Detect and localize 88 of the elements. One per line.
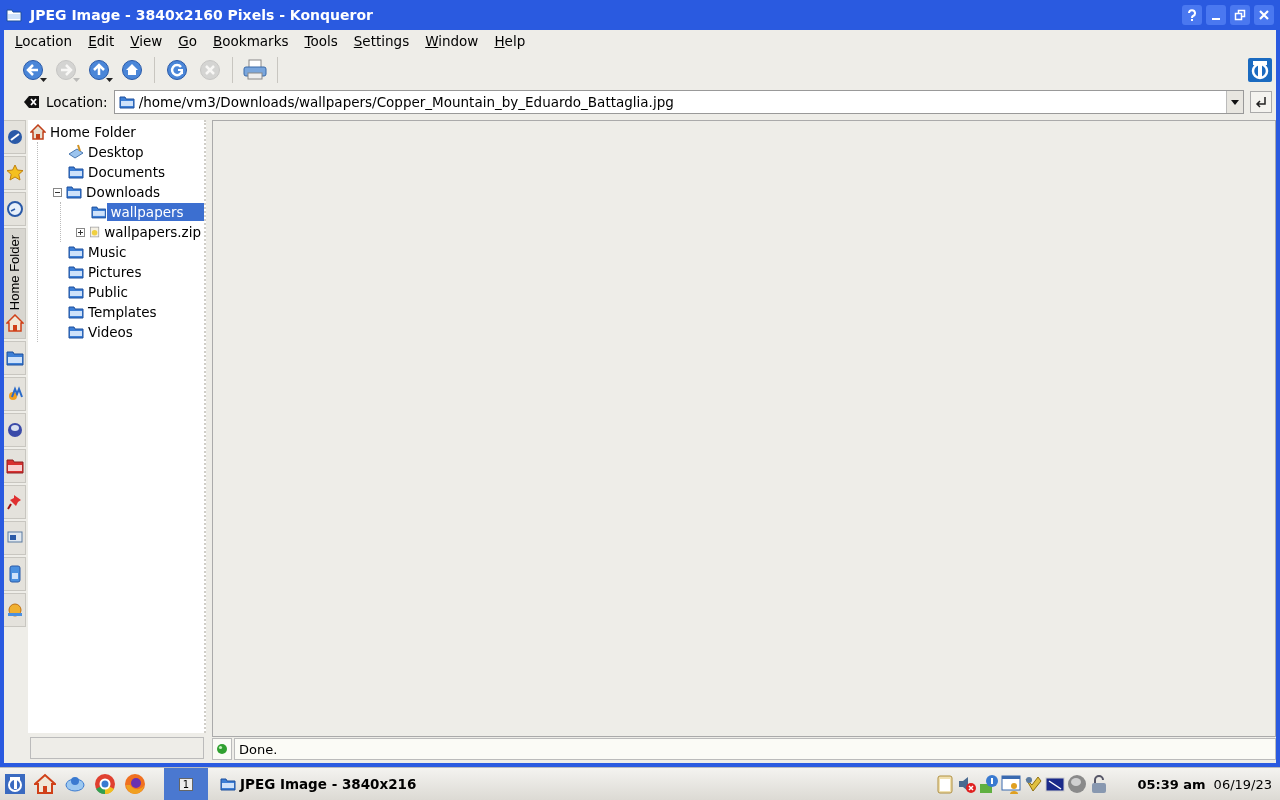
window-icon xyxy=(6,8,22,22)
folder-icon xyxy=(90,205,107,219)
sidebar-tab[interactable] xyxy=(4,521,26,556)
restore-icon xyxy=(1234,9,1246,21)
folder-icon xyxy=(68,265,84,279)
display-icon[interactable] xyxy=(1045,774,1066,794)
tree-item[interactable]: Desktop xyxy=(85,143,147,161)
clock-icon xyxy=(5,200,24,218)
printer-icon xyxy=(243,59,267,81)
folder-icon xyxy=(5,457,24,476)
folder-icon xyxy=(68,285,84,299)
desktop-icon xyxy=(68,144,84,160)
menu-item[interactable]: Help xyxy=(486,31,534,51)
caret-icon xyxy=(1231,99,1239,105)
sidebar-tab[interactable] xyxy=(4,413,26,448)
tree-item[interactable]: Templates xyxy=(85,303,160,321)
star-icon xyxy=(5,164,24,182)
status-light-icon xyxy=(216,743,228,755)
house-icon xyxy=(5,314,24,333)
menu-item[interactable]: Edit xyxy=(80,31,123,51)
stop-icon xyxy=(199,59,221,81)
window-icon xyxy=(220,777,236,791)
menu-item[interactable]: Go xyxy=(170,31,206,51)
location-field[interactable]: /home/vm3/Downloads/wallpapers/Copper_Mountain_by_Eduardo_Battaglia.jpg xyxy=(138,94,1222,110)
sidebar-tab[interactable] xyxy=(4,377,26,412)
menu-item[interactable]: Location xyxy=(7,31,81,51)
close-icon xyxy=(1258,9,1270,21)
menu-item[interactable]: Settings xyxy=(345,31,418,51)
window-title: JPEG Image - 3840x2160 Pixels - Konqueror xyxy=(30,7,374,23)
sidebar-tab[interactable] xyxy=(4,341,26,376)
sidebar-tab[interactable] xyxy=(4,485,26,520)
folder-icon xyxy=(68,245,84,259)
update-icon[interactable] xyxy=(979,774,1000,794)
menu-item[interactable]: Tools xyxy=(296,31,346,51)
tree-item[interactable]: Documents xyxy=(85,163,168,181)
sidebar-tab[interactable] xyxy=(4,120,26,154)
reload-icon xyxy=(166,59,188,81)
location-label: Location: xyxy=(46,94,108,110)
menu-item[interactable]: Bookmarks xyxy=(205,31,297,51)
minimize-icon xyxy=(1212,18,1220,20)
plus-icon xyxy=(77,228,84,236)
folder-icon xyxy=(118,95,135,109)
help-button[interactable] xyxy=(1182,5,1202,25)
tree-item[interactable]: wallpapers.zip xyxy=(101,223,204,241)
house-icon xyxy=(30,124,46,140)
tree-item[interactable]: Music xyxy=(85,243,130,261)
location-combo[interactable]: /home/vm3/Downloads/wallpapers/Copper_Mountain_by_Eduardo_Battaglia.jpg xyxy=(113,90,1244,114)
tree-item[interactable]: Pictures xyxy=(85,263,145,281)
sidebar-tab[interactable]: Home Folder xyxy=(4,228,26,340)
tree-item[interactable]: Downloads xyxy=(83,183,164,201)
sidebar-tab[interactable] xyxy=(4,593,26,628)
speaker-muted-icon[interactable] xyxy=(957,774,978,794)
taskbar-task[interactable]: JPEG Image - 3840x216 xyxy=(216,774,421,794)
go-button[interactable] xyxy=(1250,91,1272,113)
close-button[interactable] xyxy=(1254,5,1274,25)
tree-item[interactable]: Home Folder xyxy=(47,123,139,141)
browser-icon[interactable] xyxy=(124,773,146,795)
folder-icon xyxy=(68,325,84,339)
status-text: Done. xyxy=(239,741,278,757)
folder-icon xyxy=(68,165,84,179)
restore-button[interactable] xyxy=(1230,5,1250,25)
sidebar-tab[interactable] xyxy=(4,557,26,592)
minimize-button[interactable] xyxy=(1206,5,1226,25)
home-icon xyxy=(121,59,143,81)
expand-toggle[interactable] xyxy=(76,227,85,237)
house-icon[interactable] xyxy=(34,773,56,795)
menu-item[interactable]: Window xyxy=(417,31,487,51)
tree-item[interactable]: wallpapers xyxy=(107,203,204,221)
menu-item[interactable]: View xyxy=(122,31,171,51)
archive-icon xyxy=(89,224,101,240)
dropdown-button[interactable] xyxy=(1226,91,1243,113)
desktop-pager[interactable]: 1 xyxy=(164,768,208,800)
folder-icon xyxy=(66,185,82,199)
folder-icon xyxy=(5,349,24,368)
clear-location-icon[interactable] xyxy=(24,95,40,109)
date: 06/19/23 xyxy=(1213,776,1272,792)
user-window-icon[interactable] xyxy=(1001,774,1022,794)
tree-item[interactable]: Videos xyxy=(85,323,136,341)
help-icon xyxy=(1186,9,1198,21)
folder-icon xyxy=(68,305,84,319)
collapse-toggle[interactable] xyxy=(53,187,62,197)
sidebar-tab[interactable] xyxy=(4,449,26,484)
clock: 05:39 am xyxy=(1137,776,1206,792)
sidebar-tab[interactable] xyxy=(4,192,26,226)
tree-item[interactable]: Public xyxy=(85,283,131,301)
clipboard-icon[interactable] xyxy=(935,774,956,794)
browser-icon[interactable] xyxy=(94,773,116,795)
enter-arrow-icon xyxy=(1255,96,1267,108)
